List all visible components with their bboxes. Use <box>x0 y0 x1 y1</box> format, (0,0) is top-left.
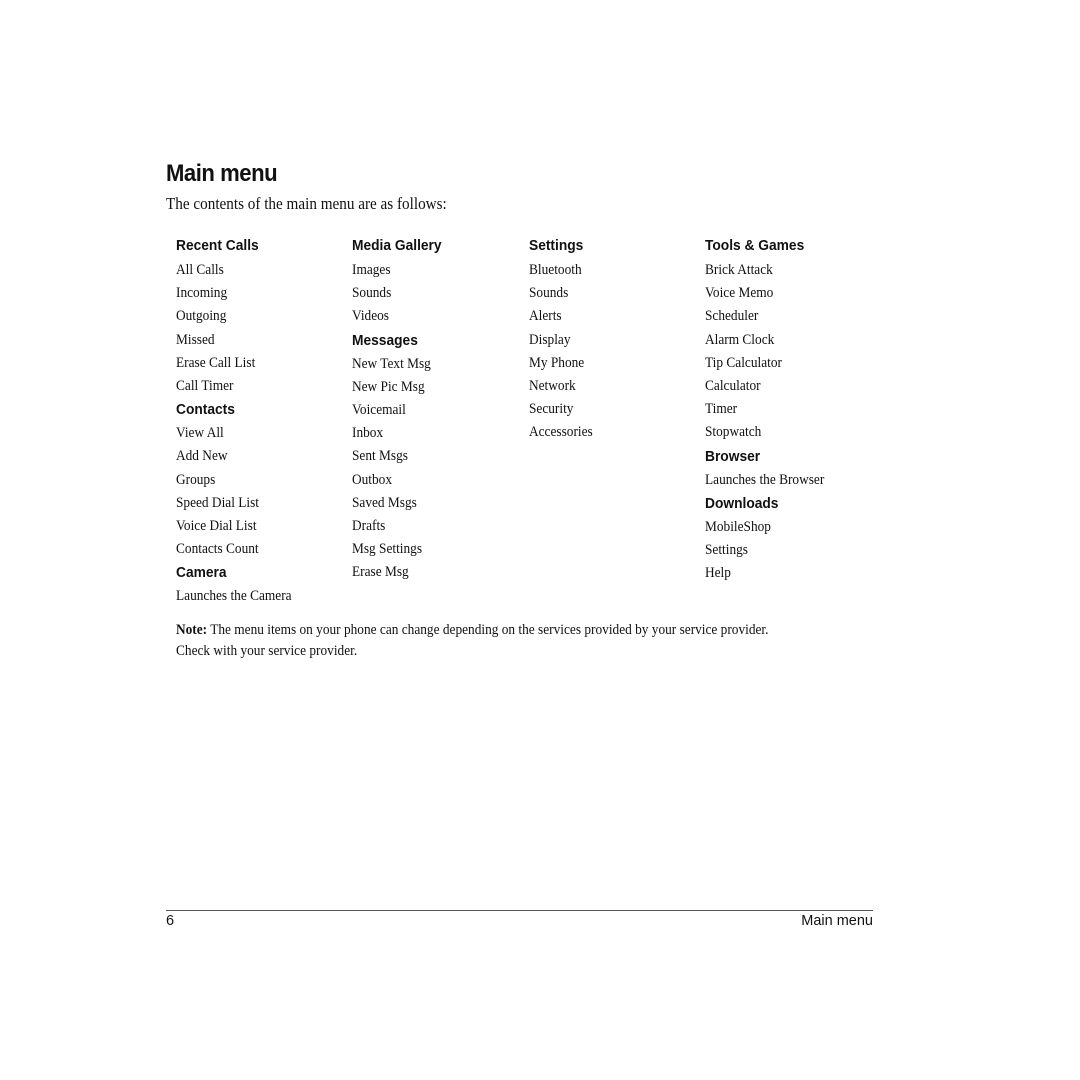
menu-item: Inbox <box>352 425 384 442</box>
menu-item: My Phone <box>529 354 585 371</box>
menu-item: Sounds <box>529 285 569 302</box>
menu-group: Messages New Text Msg New Pic Msg Voicemail… <box>352 328 527 584</box>
menu-group-heading: Downloads <box>705 495 779 512</box>
note-text-line-1: The menu items on your phone can change … <box>207 622 769 638</box>
menu-group-heading: Tools & Games <box>705 238 805 254</box>
menu-group: Contacts View All Add New Groups Speed Dial … <box>176 397 351 560</box>
page-number: 6 <box>166 913 175 929</box>
menu-item: Voicemail <box>352 401 406 418</box>
menu-group-heading: Messages <box>352 332 418 349</box>
note-text-line-2: Check with your service provider. <box>176 642 358 659</box>
menu-group: Tools & Games Brick Attack Voice Memo Sched… <box>705 235 880 444</box>
menu-column: Recent Calls All Calls Incoming Outgoing Mis… <box>176 235 351 607</box>
menu-group-heading: Media Gallery <box>352 238 442 254</box>
menu-item: Drafts <box>352 517 386 534</box>
menu-item: View All <box>176 425 224 442</box>
menu-group: Recent Calls All Calls Incoming Outgoing Mis… <box>176 235 351 397</box>
menu-item: Sounds <box>352 285 392 302</box>
menu-group-heading: Camera <box>176 565 227 582</box>
menu-item: Erase Call List <box>176 354 256 371</box>
footer-divider <box>166 910 873 911</box>
menu-item: Stopwatch <box>705 424 762 441</box>
menu-item: Videos <box>352 308 390 325</box>
menu-group-heading: Recent Calls <box>176 238 259 254</box>
menu-item: Saved Msgs <box>352 494 417 511</box>
menu-item: Calculator <box>705 377 761 394</box>
note-paragraph: Note: The menu items on your phone can c… <box>176 620 820 661</box>
menu-item: Groups <box>176 471 216 488</box>
menu-item: MobileShop <box>705 518 771 535</box>
menu-item: Erase Msg <box>352 564 409 581</box>
menu-group-heading: Browser <box>705 448 761 465</box>
menu-item: Scheduler <box>705 308 759 325</box>
menu-item: New Text Msg <box>352 355 431 372</box>
menu-item: Settings <box>705 541 748 558</box>
menu-item: Help <box>705 565 731 582</box>
menu-item: Voice Dial List <box>176 517 257 534</box>
menu-group-heading: Settings <box>529 238 584 254</box>
menu-item: Add New <box>176 448 228 465</box>
menu-item: Incoming <box>176 285 228 302</box>
page-title: Main menu <box>166 160 278 187</box>
menu-item: Alarm Clock <box>705 331 775 348</box>
menu-column: Media Gallery Images Sounds Videos Messages N… <box>352 235 527 583</box>
menu-group: Camera Launches the Camera <box>176 560 351 607</box>
intro-text: The contents of the main menu are as fol… <box>166 194 447 213</box>
menu-item: Missed <box>176 331 215 348</box>
menu-item: Security <box>529 401 574 418</box>
menu-column: Settings Bluetooth Sounds Alerts Display My P… <box>529 235 704 444</box>
menu-item: Launches the Camera <box>176 588 292 605</box>
menu-item: Network <box>529 377 576 394</box>
menu-item: Msg Settings <box>352 541 423 558</box>
menu-item: Timer <box>705 401 738 418</box>
note-label: Note: <box>176 622 208 638</box>
menu-item: Call Timer <box>176 377 234 394</box>
menu-item: Launches the Browser <box>705 471 825 488</box>
menu-group: Media Gallery Images Sounds Videos <box>352 235 527 328</box>
menu-item: Bluetooth <box>529 262 582 278</box>
menu-item: Outbox <box>352 471 393 488</box>
footer-section-title: Main menu <box>801 913 873 929</box>
menu-item: Outgoing <box>176 308 227 325</box>
menu-item: Voice Memo <box>705 285 774 302</box>
menu-column: Tools & Games Brick Attack Voice Memo Sched… <box>705 235 880 584</box>
menu-item: All Calls <box>176 262 224 278</box>
menu-group: Browser Launches the Browser <box>705 444 880 491</box>
menu-item: Images <box>352 262 391 278</box>
menu-item: New Pic Msg <box>352 378 425 395</box>
menu-item: Display <box>529 331 571 348</box>
menu-group: Downloads MobileShop Settings Help <box>705 491 880 585</box>
menu-item: Speed Dial List <box>176 494 260 511</box>
menu-item: Sent Msgs <box>352 448 408 465</box>
menu-item: Contacts Count <box>176 541 259 558</box>
menu-item: Accessories <box>529 424 593 441</box>
menu-item: Tip Calculator <box>705 354 782 371</box>
menu-group-heading: Contacts <box>176 402 235 419</box>
menu-item: Alerts <box>529 308 562 325</box>
menu-item: Brick Attack <box>705 262 773 278</box>
menu-group: Settings Bluetooth Sounds Alerts Display My P… <box>529 235 704 444</box>
